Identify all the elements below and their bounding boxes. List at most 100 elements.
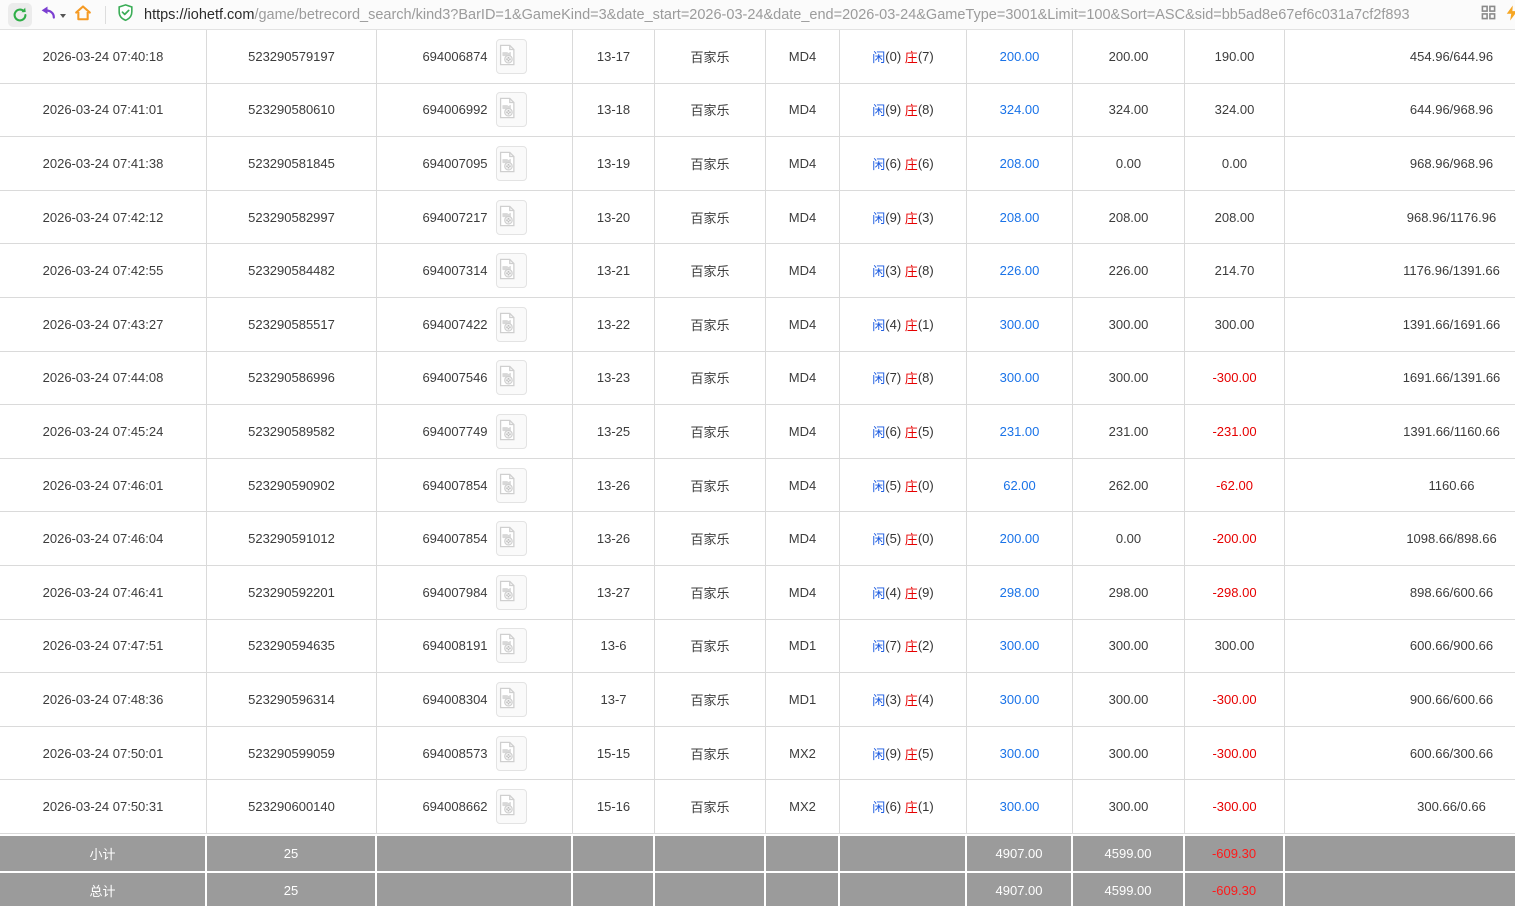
video-record-icon: [496, 686, 518, 713]
cell-bet-amount[interactable]: 300.00: [967, 298, 1073, 351]
back-dropdown-caret-icon[interactable]: [59, 7, 67, 22]
video-record-button[interactable]: [496, 146, 527, 181]
video-record-button[interactable]: [496, 360, 527, 395]
cell-room-code: MD4: [766, 459, 840, 512]
player-label: 闲: [872, 154, 885, 173]
video-record-button[interactable]: [496, 521, 527, 556]
cell-bet-id: 523290600140: [207, 780, 377, 833]
cell-room-code: MD4: [766, 30, 840, 83]
cell-game-name: 百家乐: [655, 673, 766, 726]
video-record-button[interactable]: [496, 253, 527, 288]
cell-balance: 300.66/0.66: [1285, 780, 1515, 833]
cell-game-result: 闲(7) 庄(2): [840, 620, 967, 673]
cell-win-loss: 300.00: [1185, 620, 1285, 673]
table-row: 2026-03-24 07:50:01523290599059694008573…: [0, 727, 1515, 781]
player-label: 闲: [872, 47, 885, 66]
cell-bet-amount[interactable]: 300.00: [967, 352, 1073, 405]
banker-points: (5): [918, 424, 934, 439]
video-record-button[interactable]: [496, 200, 527, 235]
summary-empty-table: [573, 873, 655, 906]
cell-bet-id: 523290592201: [207, 566, 377, 619]
cell-game-result: 闲(9) 庄(3): [840, 191, 967, 244]
cell-bet-amount[interactable]: 62.00: [967, 459, 1073, 512]
banker-label: 庄: [905, 583, 918, 602]
cell-room-code: MD4: [766, 352, 840, 405]
table-row: 2026-03-24 07:44:08523290586996694007546…: [0, 352, 1515, 406]
cell-bet-amount[interactable]: 200.00: [967, 512, 1073, 565]
table-row: 2026-03-24 07:46:04523290591012694007854…: [0, 512, 1515, 566]
cell-bet-amount[interactable]: 226.00: [967, 244, 1073, 297]
browser-toolbar: https://iohetf.com/game/betrecord_search…: [0, 0, 1515, 30]
banker-points: (9): [918, 585, 934, 600]
cell-bet-time: 2026-03-24 07:50:01: [0, 727, 207, 780]
video-record-button[interactable]: [496, 414, 527, 449]
video-record-button[interactable]: [496, 468, 527, 503]
cell-bet-amount[interactable]: 200.00: [967, 30, 1073, 83]
table-row: 2026-03-24 07:41:38523290581845694007095…: [0, 137, 1515, 191]
cell-valid-amount: 226.00: [1073, 244, 1185, 297]
cell-win-loss: -200.00: [1185, 512, 1285, 565]
banker-points: (8): [918, 263, 934, 278]
cell-bet-amount[interactable]: 208.00: [967, 191, 1073, 244]
cell-bet-amount[interactable]: 298.00: [967, 566, 1073, 619]
cell-table-number: 13-7: [573, 673, 655, 726]
game-number-text: 694007314: [422, 263, 487, 278]
cell-bet-amount[interactable]: 300.00: [967, 780, 1073, 833]
back-button[interactable]: [38, 4, 67, 26]
cell-bet-amount[interactable]: 300.00: [967, 727, 1073, 780]
player-points: (3): [885, 692, 905, 707]
banker-label: 庄: [905, 261, 918, 280]
summary-winloss-total: -609.30: [1185, 836, 1285, 871]
summary-empty-balance: [1285, 836, 1515, 871]
video-record-button[interactable]: [496, 307, 527, 342]
video-record-button[interactable]: [496, 789, 527, 824]
video-record-button[interactable]: [496, 682, 527, 717]
cell-bet-amount[interactable]: 300.00: [967, 673, 1073, 726]
cell-balance: 898.66/600.66: [1285, 566, 1515, 619]
video-record-button[interactable]: [496, 575, 527, 610]
banker-label: 庄: [905, 690, 918, 709]
player-points: (7): [885, 638, 905, 653]
player-label: 闲: [872, 636, 885, 655]
player-label: 闲: [872, 690, 885, 709]
cell-game-number: 694008662: [377, 780, 573, 833]
cell-bet-time: 2026-03-24 07:41:01: [0, 84, 207, 137]
cell-bet-amount[interactable]: 231.00: [967, 405, 1073, 458]
player-label: 闲: [872, 261, 885, 280]
qr-code-icon[interactable]: [1481, 5, 1496, 25]
cell-win-loss: -300.00: [1185, 673, 1285, 726]
cell-win-loss: -300.00: [1185, 727, 1285, 780]
lightning-icon[interactable]: [1503, 4, 1515, 27]
game-number-text: 694008662: [422, 799, 487, 814]
cell-room-code: MD4: [766, 566, 840, 619]
cell-game-name: 百家乐: [655, 352, 766, 405]
table-row: 2026-03-24 07:41:01523290580610694006992…: [0, 84, 1515, 138]
cell-valid-amount: 300.00: [1073, 673, 1185, 726]
player-points: (9): [885, 210, 905, 225]
table-row: 2026-03-24 07:45:24523290589582694007749…: [0, 405, 1515, 459]
home-button[interactable]: [73, 3, 93, 26]
video-record-button[interactable]: [496, 628, 527, 663]
banker-label: 庄: [905, 529, 918, 548]
back-arrow-icon: [38, 4, 57, 26]
site-safety-shield-icon[interactable]: [116, 3, 135, 27]
summary-valid-total: 4599.00: [1073, 873, 1185, 906]
cell-bet-amount[interactable]: 324.00: [967, 84, 1073, 137]
summary-empty-game: [377, 836, 573, 871]
refresh-button[interactable]: [8, 3, 32, 27]
cell-game-result: 闲(6) 庄(6): [840, 137, 967, 190]
cell-bet-amount[interactable]: 208.00: [967, 137, 1073, 190]
cell-room-code: MD4: [766, 84, 840, 137]
summary-count: 25: [207, 873, 377, 906]
video-record-icon: [496, 793, 518, 820]
cell-table-number: 13-26: [573, 459, 655, 512]
cell-table-number: 13-22: [573, 298, 655, 351]
summary-count: 25: [207, 836, 377, 871]
cell-game-name: 百家乐: [655, 405, 766, 458]
video-record-button[interactable]: [496, 736, 527, 771]
cell-bet-amount[interactable]: 300.00: [967, 620, 1073, 673]
video-record-button[interactable]: [496, 92, 527, 127]
cell-valid-amount: 300.00: [1073, 352, 1185, 405]
address-bar-url[interactable]: https://iohetf.com/game/betrecord_search…: [144, 7, 1410, 23]
video-record-button[interactable]: [496, 39, 527, 74]
